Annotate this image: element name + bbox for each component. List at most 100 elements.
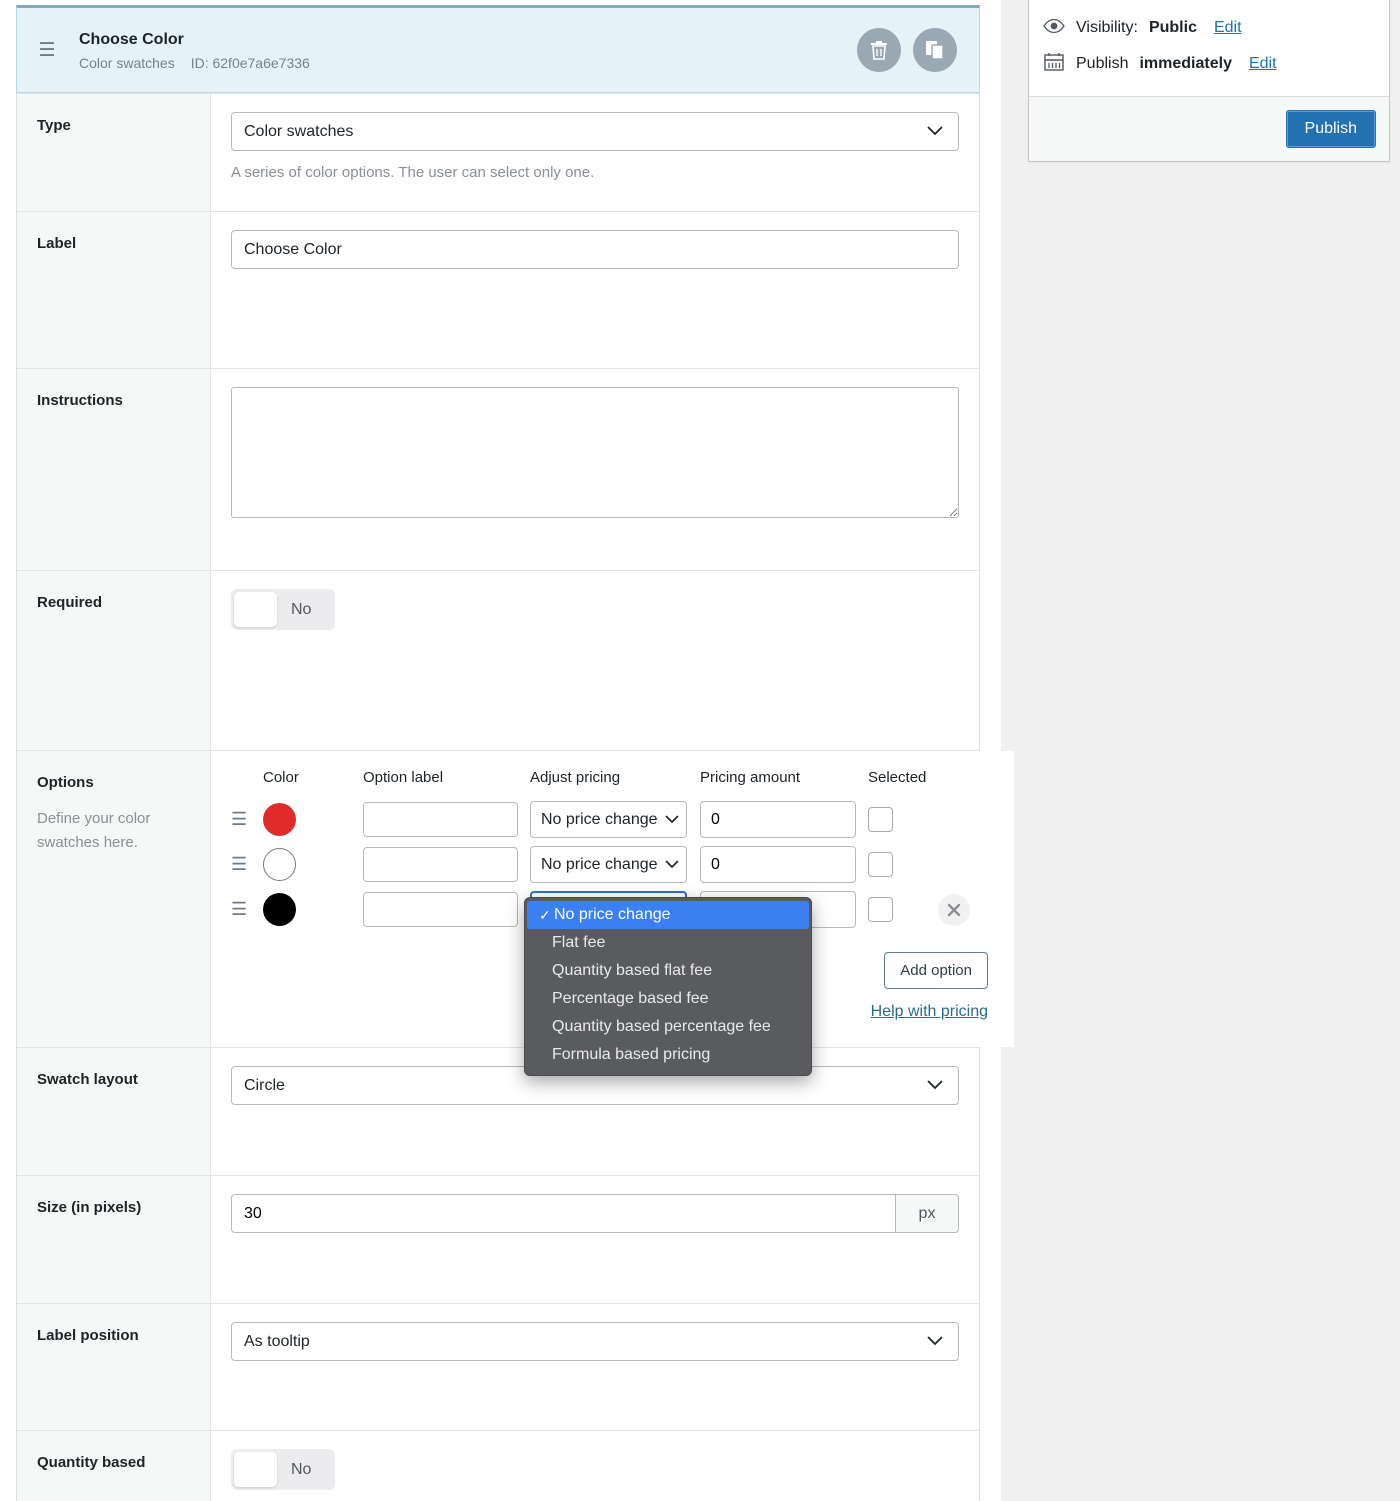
row-size-label-cell: Size (in pixels) — [17, 1176, 211, 1303]
field-type-label: Color swatches — [79, 54, 175, 71]
field-subtitle: Color swatches ID: 62f0e7a6e7336 — [79, 54, 857, 72]
label-label-position: Label position — [37, 1327, 139, 1344]
publish-box: Visibility: Public Edit Publish immediat… — [1028, 0, 1390, 162]
schedule-row: Publish immediately Edit — [1043, 46, 1375, 82]
menu-item-label: Formula based pricing — [552, 1046, 711, 1063]
option-label-input[interactable] — [363, 802, 518, 837]
instructions-textarea[interactable] — [231, 387, 959, 518]
row-quantity-based-label-cell: Quantity based — [17, 1431, 211, 1501]
field-title: Choose Color — [79, 30, 184, 48]
row-options: Options Define your color swatches here.… — [17, 750, 1014, 1047]
adjust-pricing-select[interactable] — [530, 801, 687, 838]
calendar-icon — [1043, 52, 1065, 77]
option-color-cell — [263, 803, 363, 836]
row-required-label-cell: Required — [17, 571, 211, 750]
menu-item-flat-fee[interactable]: Flat fee — [525, 929, 811, 957]
adjust-pricing-menu[interactable]: ✓ No price change Flat fee Quantity base… — [524, 897, 812, 1076]
selected-checkbox[interactable] — [868, 852, 893, 877]
option-selected-cell — [868, 897, 938, 922]
red-swatch[interactable] — [263, 803, 296, 836]
adjust-pricing-select[interactable] — [530, 846, 687, 883]
menu-item-label: Quantity based flat fee — [552, 962, 713, 979]
option-adjust-pricing-cell — [530, 846, 700, 883]
quantity-based-toggle-label: No — [291, 1460, 312, 1478]
delete-field-button[interactable] — [857, 28, 901, 72]
row-label-position-label-cell: Label position — [17, 1304, 211, 1430]
type-help-text: A series of color options. The user can … — [231, 164, 595, 181]
help-with-pricing-link[interactable]: Help with pricing — [871, 1003, 988, 1021]
selected-checkbox[interactable] — [868, 897, 893, 922]
option-drag-handle-icon[interactable]: ☰ — [231, 809, 263, 830]
option-adjust-pricing-cell — [530, 801, 700, 838]
field-header-text: Choose Color Color swatches ID: 62f0e7a6e… — [77, 29, 857, 72]
pricing-amount-input[interactable] — [700, 801, 856, 838]
white-swatch[interactable] — [263, 848, 296, 881]
visibility-edit-link[interactable]: Edit — [1214, 19, 1242, 37]
drag-handle-icon[interactable]: ☰ — [17, 41, 77, 60]
visibility-value: Public — [1148, 19, 1197, 36]
option-color-cell — [263, 893, 363, 926]
pricing-amount-input[interactable] — [700, 846, 856, 883]
option-pricing-amount-cell — [700, 846, 868, 883]
type-select[interactable] — [231, 112, 959, 151]
menu-item-no-price-change[interactable]: ✓ No price change — [527, 901, 809, 929]
field-id: ID: 62f0e7a6e7336 — [190, 54, 310, 71]
trash-icon — [871, 41, 887, 60]
menu-item-label: Quantity based percentage fee — [552, 1018, 771, 1035]
visibility-row: Visibility: Public Edit — [1043, 10, 1375, 46]
option-selected-cell — [868, 807, 938, 832]
selected-checkbox[interactable] — [868, 807, 893, 832]
label-size: Size (in pixels) — [37, 1199, 142, 1216]
menu-item-label: Flat fee — [552, 934, 606, 951]
row-instructions-label-cell: Instructions — [17, 369, 211, 570]
row-label-position-input-cell — [211, 1304, 979, 1430]
eye-icon — [1043, 18, 1065, 39]
option-remove-cell — [938, 893, 994, 926]
option-label-input[interactable] — [363, 892, 518, 927]
option-label-cell — [363, 847, 530, 882]
menu-item-formula-based-pricing[interactable]: Formula based pricing — [525, 1041, 811, 1069]
options-description: Define your color swatches here. — [37, 810, 151, 851]
menu-item-quantity-based-flat-fee[interactable]: Quantity based flat fee — [525, 957, 811, 985]
option-label-cell — [363, 892, 530, 927]
size-input-group: px — [231, 1194, 959, 1233]
label-instructions: Instructions — [37, 392, 123, 409]
label-position-select[interactable] — [231, 1322, 959, 1361]
quantity-based-toggle[interactable]: No — [231, 1449, 335, 1490]
right-canvas-background — [1001, 0, 1400, 1501]
field-header[interactable]: ☰ Choose Color Color swatches ID: 62f0e7a… — [16, 5, 980, 93]
schedule-edit-link[interactable]: Edit — [1249, 55, 1277, 73]
screen: ☰ Choose Color Color swatches ID: 62f0e7a… — [0, 0, 1400, 1501]
publish-button[interactable]: Publish — [1285, 110, 1376, 148]
size-unit-suffix: px — [895, 1194, 959, 1233]
schedule-label: Publish — [1076, 55, 1129, 72]
field-settings-panel: ☰ Choose Color Color swatches ID: 62f0e7a… — [16, 5, 1014, 1501]
label-quantity-based: Quantity based — [37, 1454, 146, 1471]
option-drag-handle-icon[interactable]: ☰ — [231, 854, 263, 875]
row-instructions-input-cell — [211, 369, 979, 570]
label-swatch-layout: Swatch layout — [37, 1071, 138, 1088]
row-instructions: Instructions — [17, 368, 979, 570]
row-label-position: Label position — [17, 1303, 979, 1430]
remove-option-icon[interactable] — [938, 893, 970, 926]
adjust-pricing-select-wrap — [530, 846, 687, 883]
menu-item-quantity-based-percentage-fee[interactable]: Quantity based percentage fee — [525, 1013, 811, 1041]
size-input[interactable] — [231, 1194, 895, 1233]
menu-item-percentage-based-fee[interactable]: Percentage based fee — [525, 985, 811, 1013]
option-pricing-amount-cell — [700, 801, 868, 838]
black-swatch[interactable] — [263, 893, 296, 926]
menu-item-label: No price change — [554, 906, 671, 923]
options-table-header: Color Option label Adjust pricing Pricin… — [231, 769, 994, 786]
quantity-based-toggle-knob — [234, 1452, 277, 1487]
label-input[interactable] — [231, 230, 959, 269]
add-option-button[interactable]: Add option — [884, 952, 988, 989]
option-drag-handle-icon[interactable]: ☰ — [231, 899, 263, 920]
row-label-label-cell: Label — [17, 212, 211, 368]
row-quantity-based-input-cell: No — [211, 1431, 979, 1501]
duplicate-field-button[interactable] — [913, 28, 957, 72]
option-label-input[interactable] — [363, 847, 518, 882]
required-toggle[interactable]: No — [231, 589, 335, 630]
duplicate-icon — [926, 41, 944, 60]
row-swatch-layout-label-cell: Swatch layout — [17, 1048, 211, 1175]
publish-actions: Publish — [1029, 96, 1389, 161]
